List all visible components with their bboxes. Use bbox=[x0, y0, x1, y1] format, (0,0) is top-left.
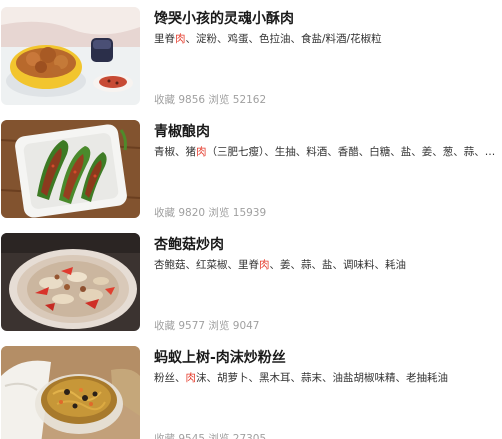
recipe-ingredients: 青椒、猪肉（三肥七瘦）、生抽、料酒、香醋、白糖、盐、姜、葱、蒜、… bbox=[154, 144, 500, 159]
views-label: 浏览 bbox=[208, 94, 230, 106]
recipe-stats: 收藏 9545 浏览 27305 bbox=[154, 431, 266, 439]
favorites-label: 收藏 bbox=[154, 94, 175, 106]
recipe-title[interactable]: 馋哭小孩的灵魂小酥肉 bbox=[154, 8, 294, 28]
recipe-ingredients: 粉丝、肉沫、胡萝卜、黑木耳、蒜末、油盐胡椒味精、老抽耗油 bbox=[154, 370, 500, 385]
recipe-list: 馋哭小孩的灵魂小酥肉 里脊肉、淀粉、鸡蛋、色拉油、食盐/料酒/花椒粒 收藏 98… bbox=[0, 0, 502, 439]
recipe-title[interactable]: 青椒酿肉 bbox=[154, 121, 210, 141]
recipe-stats: 收藏 9856 浏览 52162 bbox=[154, 92, 266, 107]
recipe-item[interactable]: 杏鲍菇炒肉 杏鲍菇、红菜椒、里脊肉、姜、蒜、盐、调味料、耗油 收藏 9577 浏… bbox=[0, 226, 502, 339]
recipe-item[interactable]: 馋哭小孩的灵魂小酥肉 里脊肉、淀粉、鸡蛋、色拉油、食盐/料酒/花椒粒 收藏 98… bbox=[0, 0, 502, 113]
ingredient-text: 里脊 bbox=[154, 33, 175, 45]
ingredient-text: 、姜、蒜、盐、调味料、耗油 bbox=[269, 259, 407, 271]
views-label: 浏览 bbox=[208, 320, 230, 332]
views-label: 浏览 bbox=[208, 433, 230, 439]
glass-noodles-image bbox=[1, 346, 140, 439]
ingredient-text: 青椒、猪 bbox=[154, 146, 196, 158]
views-count: 52162 bbox=[232, 94, 267, 106]
views-count: 9047 bbox=[232, 320, 260, 332]
ingredient-highlight: 肉 bbox=[259, 259, 270, 271]
recipe-stats: 收藏 9577 浏览 9047 bbox=[154, 318, 260, 333]
ingredient-text: （三肥七瘦）、生抽、料酒、香醋、白糖、盐、姜、葱、蒜、… bbox=[206, 146, 496, 158]
views-count: 15939 bbox=[232, 207, 267, 219]
favorites-label: 收藏 bbox=[154, 433, 175, 439]
fried-pork-bowl-image bbox=[1, 7, 140, 105]
ingredient-highlight: 肉 bbox=[196, 146, 207, 158]
views-label: 浏览 bbox=[208, 207, 230, 219]
ingredient-text: 杏鲍菇、红菜椒、里脊 bbox=[154, 259, 259, 271]
favorites-label: 收藏 bbox=[154, 207, 175, 219]
recipe-stats: 收藏 9820 浏览 15939 bbox=[154, 205, 266, 220]
mushroom-stirfry-image bbox=[1, 233, 140, 331]
views-count: 27305 bbox=[232, 433, 267, 439]
ingredient-text: 粉丝、 bbox=[154, 372, 186, 384]
ingredient-highlight: 肉 bbox=[175, 33, 186, 45]
recipe-ingredients: 里脊肉、淀粉、鸡蛋、色拉油、食盐/料酒/花椒粒 bbox=[154, 31, 500, 46]
favorites-count: 9577 bbox=[178, 320, 206, 332]
recipe-ingredients: 杏鲍菇、红菜椒、里脊肉、姜、蒜、盐、调味料、耗油 bbox=[154, 257, 500, 272]
favorites-count: 9545 bbox=[178, 433, 206, 439]
favorites-count: 9820 bbox=[178, 207, 206, 219]
recipe-title[interactable]: 蚂蚁上树-肉沫炒粉丝 bbox=[154, 347, 286, 367]
recipe-item[interactable]: 蚂蚁上树-肉沫炒粉丝 粉丝、肉沫、胡萝卜、黑木耳、蒜末、油盐胡椒味精、老抽耗油 … bbox=[0, 339, 502, 439]
stuffed-peppers-image bbox=[1, 120, 140, 218]
ingredient-text: 沫、胡萝卜、黑木耳、蒜末、油盐胡椒味精、老抽耗油 bbox=[196, 372, 448, 384]
recipe-title[interactable]: 杏鲍菇炒肉 bbox=[154, 234, 224, 254]
favorites-label: 收藏 bbox=[154, 320, 175, 332]
ingredient-text: 、淀粉、鸡蛋、色拉油、食盐/料酒/花椒粒 bbox=[185, 33, 382, 45]
recipe-item[interactable]: 青椒酿肉 青椒、猪肉（三肥七瘦）、生抽、料酒、香醋、白糖、盐、姜、葱、蒜、… 收… bbox=[0, 113, 502, 226]
ingredient-highlight: 肉 bbox=[185, 372, 197, 384]
favorites-count: 9856 bbox=[178, 94, 206, 106]
